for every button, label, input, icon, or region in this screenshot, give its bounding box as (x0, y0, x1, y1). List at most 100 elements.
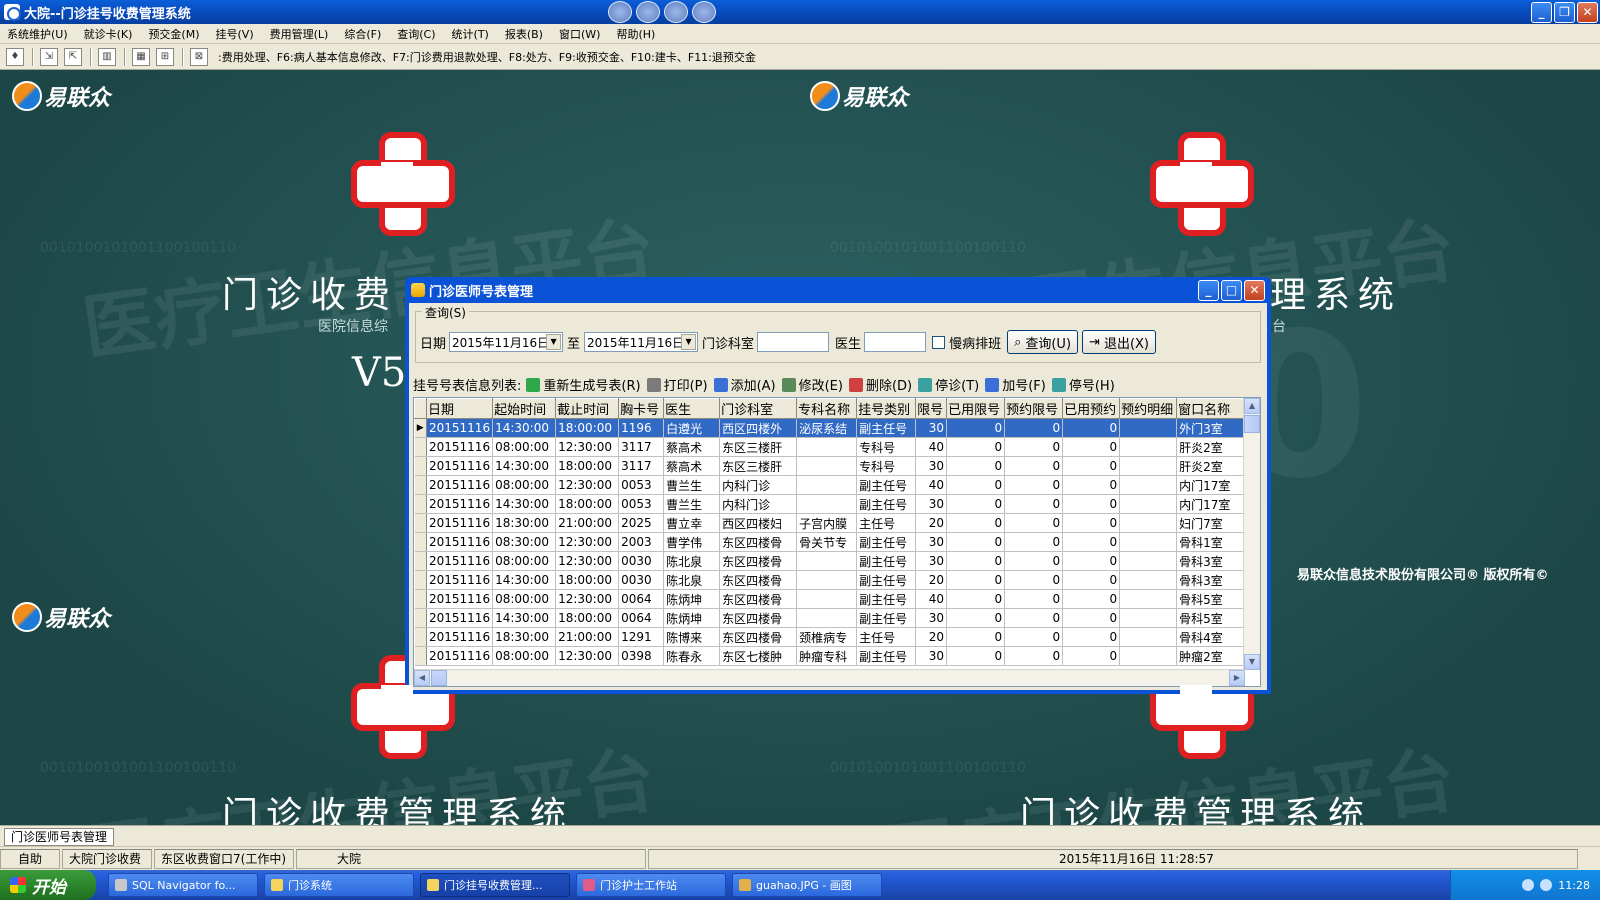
row-indicator[interactable] (414, 608, 427, 628)
row-indicator[interactable] (414, 551, 427, 571)
network-icon[interactable] (1540, 879, 1553, 891)
table-cell[interactable]: 副主任号 (856, 475, 917, 495)
table-cell[interactable]: 0 (946, 589, 1006, 609)
table-cell[interactable]: 20151116 (426, 437, 494, 457)
keyboard-icon[interactable] (1522, 879, 1535, 891)
table-cell[interactable]: 0 (1062, 494, 1121, 514)
table-cell[interactable]: 0 (1004, 418, 1064, 438)
table-cell[interactable]: 0 (946, 437, 1006, 457)
table-cell[interactable]: 30 (915, 646, 948, 666)
table-row[interactable]: 20151116 18:30:00 21:00:00 2025 曹立幸 西区四楼妇 子宫内膜… (414, 513, 1255, 533)
table-cell[interactable]: 18:00:00 (555, 456, 620, 476)
table-cell[interactable]: 12:30:00 (555, 589, 620, 609)
table-cell[interactable]: 0 (1062, 532, 1121, 552)
table-cell[interactable]: 18:30:00 (492, 513, 557, 533)
table-cell[interactable]: 14:30:00 (492, 456, 557, 476)
regenerate-button[interactable]: 重新生成号表(R) (523, 373, 643, 396)
table-cell[interactable]: 陈炳坤 (663, 589, 721, 609)
row-indicator[interactable] (414, 646, 427, 666)
table-cell[interactable]: 东区三楼肝 (719, 456, 798, 476)
table-cell[interactable] (1119, 532, 1178, 552)
table-cell[interactable] (796, 551, 858, 571)
table-cell[interactable]: 曹学伟 (663, 532, 721, 552)
vertical-scrollbar[interactable]: ▲ ▼ (1243, 398, 1260, 670)
table-cell[interactable]: 20151116 (426, 589, 494, 609)
scroll-right-icon[interactable]: ▶ (1229, 670, 1245, 686)
table-cell[interactable] (796, 570, 858, 590)
app-title-bar[interactable]: 大院--门诊挂号收费管理系统 _ ❐ ✕ (0, 0, 1600, 24)
table-cell[interactable]: 40 (915, 475, 948, 495)
table-cell[interactable]: 陈春永 (663, 646, 721, 666)
table-cell[interactable]: 3117 (618, 456, 665, 476)
column-header[interactable]: 预约限号 (1004, 398, 1064, 419)
stop-number-button[interactable]: 停号(H) (1049, 373, 1118, 396)
table-cell[interactable] (796, 437, 858, 457)
table-cell[interactable]: 0 (1004, 532, 1064, 552)
table-cell[interactable]: 蔡高术 (663, 437, 721, 457)
row-indicator[interactable] (414, 437, 427, 457)
table-cell[interactable] (1119, 513, 1178, 533)
row-indicator[interactable] (414, 589, 427, 609)
close-icon[interactable]: ✕ (1577, 2, 1598, 23)
column-header[interactable]: 日期 (425, 398, 494, 419)
column-header[interactable]: 已用预约 (1062, 398, 1121, 419)
key-icon[interactable]: ♦ (6, 47, 24, 66)
table-cell[interactable]: 子宫内膜 (796, 513, 858, 533)
exit-button[interactable]: ⇥ 退出(X) (1082, 330, 1156, 354)
table-row[interactable]: 20151116 08:00:00 12:30:00 0030 陈北泉 东区四楼骨 副主任号… (414, 551, 1255, 571)
table-cell[interactable]: 2003 (618, 532, 665, 552)
close-icon[interactable]: ✕ (1244, 280, 1265, 301)
table-cell[interactable]: 12:30:00 (555, 646, 620, 666)
table-cell[interactable]: 0 (1004, 570, 1064, 590)
table-cell[interactable] (1119, 456, 1178, 476)
table-row[interactable]: 20151116 08:00:00 12:30:00 3117 蔡高术 东区三楼肝 专科号 4… (414, 437, 1255, 457)
table-cell[interactable]: 14:30:00 (492, 418, 557, 438)
table-cell[interactable]: 0 (946, 627, 1006, 647)
table-cell[interactable]: 0 (1062, 418, 1121, 438)
print-button[interactable]: 打印(P) (644, 373, 711, 396)
table-cell[interactable] (1119, 589, 1178, 609)
table-cell[interactable]: 东区四楼骨 (719, 627, 798, 647)
scroll-up-icon[interactable]: ▲ (1244, 398, 1260, 414)
table-cell[interactable]: 30 (915, 456, 948, 476)
column-header[interactable]: 截止时间 (555, 398, 620, 419)
table-cell[interactable]: 0064 (618, 608, 665, 628)
table-cell[interactable]: 副主任号 (856, 494, 917, 514)
table-cell[interactable] (796, 494, 858, 514)
table-cell[interactable]: 0 (1062, 589, 1121, 609)
row-pointer-icon[interactable]: ▶ (414, 418, 427, 438)
table-cell[interactable]: 12:30:00 (555, 437, 620, 457)
table-cell[interactable]: 0 (946, 494, 1006, 514)
table-cell[interactable]: 0 (1004, 608, 1064, 628)
menu-reports[interactable]: 报表(B) (498, 26, 552, 42)
table-cell[interactable]: 副主任号 (856, 570, 917, 590)
table-cell[interactable]: 18:00:00 (555, 570, 620, 590)
table-cell[interactable]: 0 (1004, 456, 1064, 476)
table-cell[interactable] (1119, 627, 1178, 647)
table-cell[interactable]: 18:00:00 (555, 418, 620, 438)
table-row[interactable]: 20151116 08:00:00 12:30:00 0398 陈春永 东区七楼肿 肿瘤专科… (414, 646, 1255, 666)
horizontal-scrollbar[interactable]: ◀ ▶ (414, 669, 1245, 686)
table-cell[interactable]: 内科门诊 (719, 475, 798, 495)
table-cell[interactable]: 副主任号 (856, 608, 917, 628)
table-cell[interactable]: 0053 (618, 475, 665, 495)
menu-help[interactable]: 帮助(H) (609, 26, 664, 42)
table-cell[interactable]: 东区七楼肿 (719, 646, 798, 666)
table-row[interactable]: 20151116 14:30:00 18:00:00 3117 蔡高术 东区三楼肝 专科号 3… (414, 456, 1255, 476)
table-cell[interactable]: 0 (1062, 551, 1121, 571)
table-cell[interactable]: 0030 (618, 570, 665, 590)
menu-deposit[interactable]: 预交金(M) (141, 26, 208, 42)
table-cell[interactable]: 0 (1062, 475, 1121, 495)
table-cell[interactable]: 陈北泉 (663, 551, 721, 571)
task-paint[interactable]: guahao.JPG - 画图 (732, 873, 882, 897)
table-cell[interactable]: 20151116 (426, 551, 494, 571)
menu-query[interactable]: 查询(C) (390, 26, 444, 42)
table-cell[interactable]: 颈椎病专 (796, 627, 858, 647)
table-cell[interactable]: 18:30:00 (492, 627, 557, 647)
date-from-picker[interactable]: 2015年11月16日 ▼ (449, 332, 564, 352)
table-cell[interactable]: 08:00:00 (492, 551, 557, 571)
table-cell[interactable]: 40 (915, 589, 948, 609)
table-cell[interactable]: 0 (946, 532, 1006, 552)
menu-window[interactable]: 窗口(W) (552, 26, 609, 42)
add-button[interactable]: 添加(A) (711, 373, 779, 396)
